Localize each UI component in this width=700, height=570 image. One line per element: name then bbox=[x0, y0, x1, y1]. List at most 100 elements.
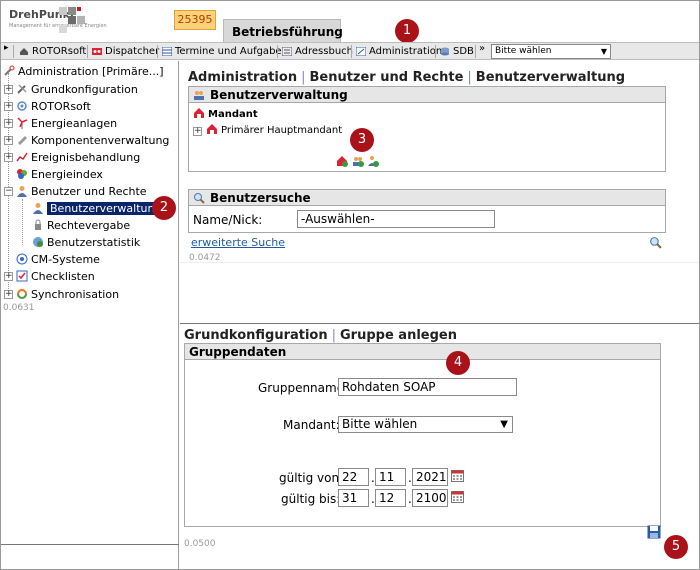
sidebar-item-label: CM-Systeme bbox=[31, 253, 100, 266]
panel-title: Gruppendaten bbox=[189, 345, 287, 359]
toolbar-rotorsoft[interactable]: ROTORsoft bbox=[18, 44, 86, 59]
sidebar-item-ereignisbehandlung[interactable]: + Ereignisbehandlung bbox=[4, 150, 140, 166]
valid-from-month-input[interactable]: 11 bbox=[375, 468, 406, 486]
toolbar-adressbuch[interactable]: Adressbuch bbox=[281, 44, 353, 59]
toolbar-select[interactable]: Bitte wählen ▼ bbox=[491, 44, 611, 59]
chevron-down-icon: ▼ bbox=[600, 47, 607, 56]
sidebar-item-label: Energieindex bbox=[31, 168, 103, 181]
tab-betriebsfuehrung[interactable]: Betriebsführung bbox=[223, 19, 343, 43]
save-icon[interactable] bbox=[647, 525, 661, 539]
chevron-down-icon: ▼ bbox=[500, 419, 508, 430]
group-name-label: Gruppenname: bbox=[258, 381, 349, 395]
toolbar-rotorsoft-label: ROTORsoft bbox=[32, 46, 87, 57]
sidebar-item-komponentenverwaltung[interactable]: + Komponentenverwaltung bbox=[4, 133, 169, 149]
valid-to-year-input[interactable]: 2100 bbox=[412, 489, 448, 507]
sidebar-item-benutzer-und-rechte[interactable]: − Benutzer und Rechte bbox=[4, 184, 147, 200]
main-panel-top: Administration | Benutzer und Rechte | Benut… bbox=[180, 61, 699, 323]
event-chart-icon bbox=[16, 152, 28, 162]
users-group-icon bbox=[194, 91, 204, 100]
sidebar-item-label: Synchronisation bbox=[31, 288, 120, 301]
expand-plus-icon[interactable]: + bbox=[4, 290, 13, 299]
sidebar-item-label: Benutzer und Rechte bbox=[31, 185, 147, 198]
calendar-icon[interactable] bbox=[451, 490, 464, 503]
logo-mark-icon bbox=[59, 7, 85, 33]
sidebar-load-time: 0.0631 bbox=[3, 303, 35, 313]
search-icon[interactable] bbox=[649, 236, 662, 249]
panel-header: Gruppendaten bbox=[185, 344, 660, 360]
mandant-tree-item[interactable]: + Primärer Hauptmandant bbox=[193, 123, 342, 136]
name-nick-input[interactable]: -Auswählen- bbox=[297, 210, 495, 228]
double-chevron-icon: » bbox=[479, 43, 486, 54]
sync-icon bbox=[17, 289, 27, 299]
sidebar-item-benutzerverwaltung[interactable]: Benutzerverwaltung bbox=[32, 201, 165, 217]
sidebar-item-synchronisation[interactable]: + Synchronisation bbox=[4, 287, 119, 303]
sidebar-root-label: Administration [Primäre...] bbox=[18, 65, 164, 78]
users-icon bbox=[17, 186, 27, 197]
sidebar-item-energieanlagen[interactable]: + Energieanlagen bbox=[4, 116, 117, 132]
house-icon bbox=[194, 108, 204, 118]
sidebar-item-rechtevergabe[interactable]: Rechtevergabe bbox=[32, 218, 130, 234]
toolbar-termine[interactable]: Termine und Aufgaben bbox=[161, 44, 288, 59]
mandant-select[interactable]: Bitte wählen ▼ bbox=[338, 416, 513, 433]
toolbar-dispatcher[interactable]: Dispatcher bbox=[91, 44, 159, 59]
ticket-number-badge[interactable]: 25395 bbox=[174, 10, 216, 30]
add-group-icon[interactable] bbox=[352, 155, 364, 167]
breadcrumb-item[interactable]: Administration bbox=[188, 70, 297, 85]
main-bottom-load-time: 0.0500 bbox=[184, 539, 216, 549]
advanced-search-link[interactable]: erweiterte Suche bbox=[191, 236, 285, 249]
breadcrumb-item[interactable]: Benutzer und Rechte bbox=[309, 70, 463, 85]
rotor-icon bbox=[17, 101, 27, 111]
tree-line bbox=[22, 199, 23, 245]
add-mandant-icon[interactable] bbox=[336, 155, 348, 167]
sidebar-item-energieindex[interactable]: Energieindex bbox=[16, 167, 103, 183]
main-toolbar: ▸ ROTORsoft Dispatcher Termine und Aufga… bbox=[1, 42, 699, 60]
panel-gruppendaten: Gruppendaten Gruppenname: Rohdaten SOAP … bbox=[184, 343, 661, 527]
sidebar-divider bbox=[1, 544, 179, 545]
sidebar-item-grundkonfiguration[interactable]: + Grundkonfiguration bbox=[4, 82, 138, 98]
toolbar-sdb[interactable]: SDB bbox=[439, 44, 474, 59]
expand-plus-icon[interactable]: + bbox=[4, 102, 13, 111]
sidebar-root-administration[interactable]: Administration [Primäre...] bbox=[3, 64, 164, 80]
group-name-input[interactable]: Rohdaten SOAP bbox=[338, 378, 517, 396]
expand-plus-icon[interactable]: + bbox=[4, 85, 13, 94]
expand-plus-icon[interactable]: + bbox=[4, 119, 13, 128]
valid-to-month-input[interactable]: 12 bbox=[375, 489, 406, 507]
valid-from-label: gültig von: bbox=[279, 471, 344, 485]
toolbar-select-value: Bitte wählen bbox=[495, 46, 552, 56]
toolbar-administration[interactable]: Administration bbox=[355, 44, 442, 59]
section-divider bbox=[180, 262, 699, 263]
sidebar-item-rotorsoft[interactable]: + ROTORsoft bbox=[4, 99, 91, 115]
sidebar-item-benutzerstatistik[interactable]: Benutzerstatistik bbox=[32, 235, 140, 251]
logo: DrehPunkt Management für erneuerbare Ene… bbox=[5, 3, 170, 39]
sidebar-item-label: Benutzerstatistik bbox=[47, 236, 141, 249]
home-icon bbox=[20, 48, 28, 55]
sidebar-item-cm-systeme[interactable]: CM-Systeme bbox=[16, 252, 100, 268]
expand-plus-icon[interactable]: + bbox=[4, 153, 13, 162]
breadcrumb-item[interactable]: Grundkonfiguration bbox=[184, 328, 328, 343]
user-icon bbox=[33, 203, 43, 214]
calendar-icon[interactable] bbox=[451, 469, 464, 482]
breadcrumb-top: Administration | Benutzer und Rechte | Benut… bbox=[188, 70, 626, 85]
panel-header: Benutzersuche bbox=[189, 190, 665, 206]
lock-icon bbox=[35, 219, 41, 230]
toolbar-collapse-icon[interactable]: ▸ bbox=[4, 43, 9, 53]
sidebar-item-checklisten[interactable]: + Checklisten bbox=[4, 269, 95, 285]
valid-from-day-input[interactable]: 22 bbox=[338, 468, 369, 486]
collapse-minus-icon[interactable]: − bbox=[4, 187, 13, 196]
address-book-icon bbox=[282, 47, 292, 56]
callout-marker-5: 5 bbox=[664, 535, 688, 559]
sidebar-item-label: Komponentenverwaltung bbox=[31, 134, 170, 147]
main-panel-bottom: Grundkonfiguration | Gruppe anlegen Gruppe… bbox=[180, 323, 699, 569]
expand-plus-icon[interactable]: + bbox=[193, 127, 202, 136]
sidebar-item-label: Checklisten bbox=[31, 270, 95, 283]
expand-plus-icon[interactable]: + bbox=[4, 272, 13, 281]
panel-benutzersuche: Benutzersuche Name/Nick: -Auswählen- bbox=[188, 189, 666, 233]
callout-marker-3: 3 bbox=[350, 128, 374, 152]
panel-title: Benutzerverwaltung bbox=[210, 88, 348, 102]
valid-to-day-input[interactable]: 31 bbox=[338, 489, 369, 507]
sidebar-tree: Administration [Primäre...] + Grundkonfi… bbox=[1, 61, 179, 569]
toolbar-administration-label: Administration bbox=[369, 46, 443, 57]
expand-plus-icon[interactable]: + bbox=[4, 136, 13, 145]
add-user-icon[interactable] bbox=[367, 155, 379, 167]
valid-from-year-input[interactable]: 2021 bbox=[412, 468, 448, 486]
